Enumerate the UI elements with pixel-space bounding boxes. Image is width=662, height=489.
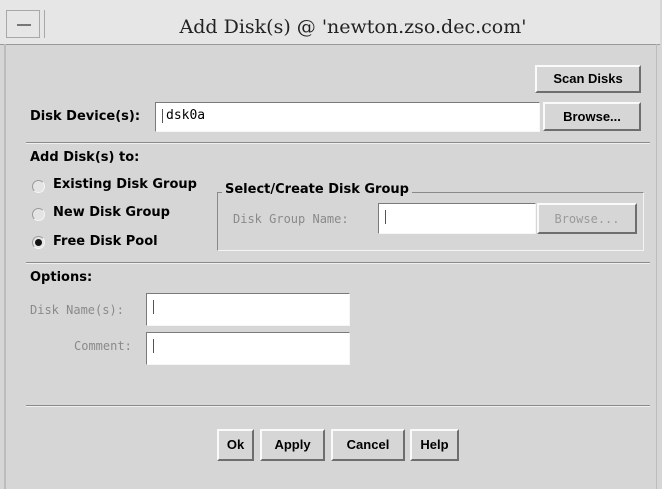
disk-group-legend: Select/Create Disk Group [222,182,412,197]
help-button[interactable]: Help [410,429,459,461]
disk-device-value: dsk0a [166,108,206,123]
disk-names-label: Disk Name(s): [30,303,124,317]
disk-device-label: Disk Device(s): [30,109,141,124]
radio-free-label: Free Disk Pool [53,234,158,249]
browse-disk-group-button[interactable]: Browse... [537,203,637,234]
minus-icon [17,24,31,26]
window-menu-button[interactable] [6,10,40,38]
text-cursor-icon [162,108,165,123]
text-cursor-icon [385,209,388,224]
disk-names-input[interactable] [146,293,350,326]
radio-existing-label: Existing Disk Group [53,177,197,192]
disk-group-name-input[interactable] [378,203,536,234]
disk-device-input[interactable]: dsk0a [155,102,540,132]
radio-button-icon[interactable] [32,180,45,193]
comment-label: Comment: [74,339,132,353]
add-disks-to-heading: Add Disk(s) to: [30,150,140,165]
apply-button[interactable]: Apply [260,429,325,461]
browse-device-button[interactable]: Browse... [543,102,641,131]
frame-right-edge [656,44,657,489]
text-cursor-icon [153,299,156,314]
divider-2 [26,262,650,264]
title-bar: Add Disk(s) @ 'newton.zso.dec.com' [0,0,660,45]
cancel-button[interactable]: Cancel [331,429,405,461]
comment-input[interactable] [146,332,350,365]
scan-disks-button[interactable]: Scan Disks [535,65,641,93]
divider-3 [26,405,650,407]
title-separator [44,10,45,38]
disk-group-name-label: Disk Group Name: [233,212,349,226]
text-cursor-icon [153,338,156,353]
divider-1 [26,142,650,144]
radio-new-label: New Disk Group [53,205,170,220]
frame-left-edge [4,44,6,489]
radio-button-icon[interactable] [32,208,45,221]
radio-button-selected-icon[interactable] [32,236,45,249]
ok-button[interactable]: Ok [217,429,254,461]
window-title: Add Disk(s) @ 'newton.zso.dec.com' [179,16,527,38]
options-heading: Options: [30,270,93,285]
